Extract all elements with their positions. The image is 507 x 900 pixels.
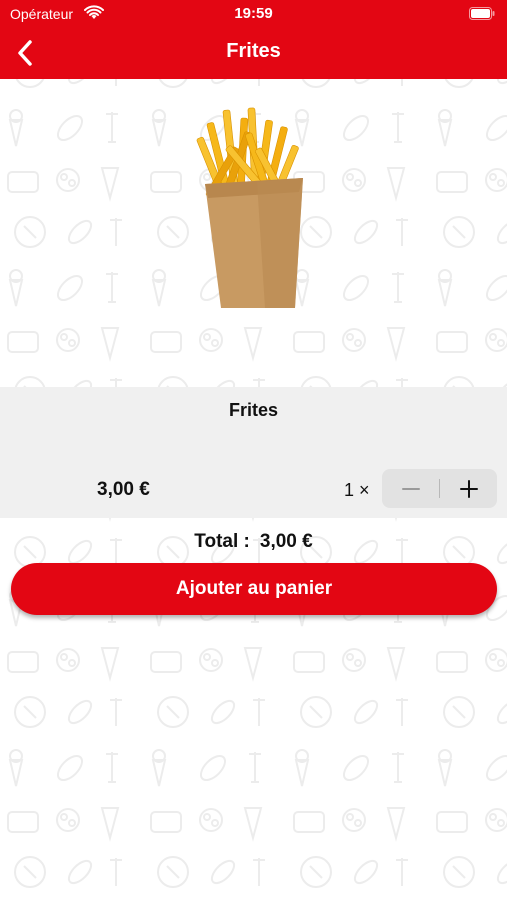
product-name: Frites xyxy=(228,400,279,420)
battery-icon xyxy=(469,7,495,20)
quantity-label: 1 × xyxy=(344,480,370,500)
add-to-cart-button[interactable]: Ajouter au panier xyxy=(11,563,497,615)
minus-icon xyxy=(401,487,420,490)
top-bar: Opérateur 19:59 Frites xyxy=(0,0,507,79)
increment-button[interactable] xyxy=(440,469,497,508)
french-fries-image xyxy=(196,107,303,308)
plus-icon xyxy=(459,479,478,498)
total-value: 3,00 € xyxy=(259,531,313,552)
unit-price: 3,00 € xyxy=(97,479,150,500)
decrement-button[interactable] xyxy=(382,469,439,508)
status-time: 19:59 xyxy=(234,5,273,22)
total-label: Total : xyxy=(194,531,250,552)
product-info-panel: Frites 3,00 € 1 × xyxy=(0,387,507,518)
add-to-cart-label: Ajouter au panier xyxy=(175,578,333,599)
quantity-stepper xyxy=(382,469,497,508)
navigation-bar: Frites xyxy=(0,28,507,79)
total-row: Total : 3,00 € xyxy=(0,531,507,553)
page-title: Frites xyxy=(226,40,281,62)
status-bar: Opérateur 19:59 xyxy=(0,0,507,28)
